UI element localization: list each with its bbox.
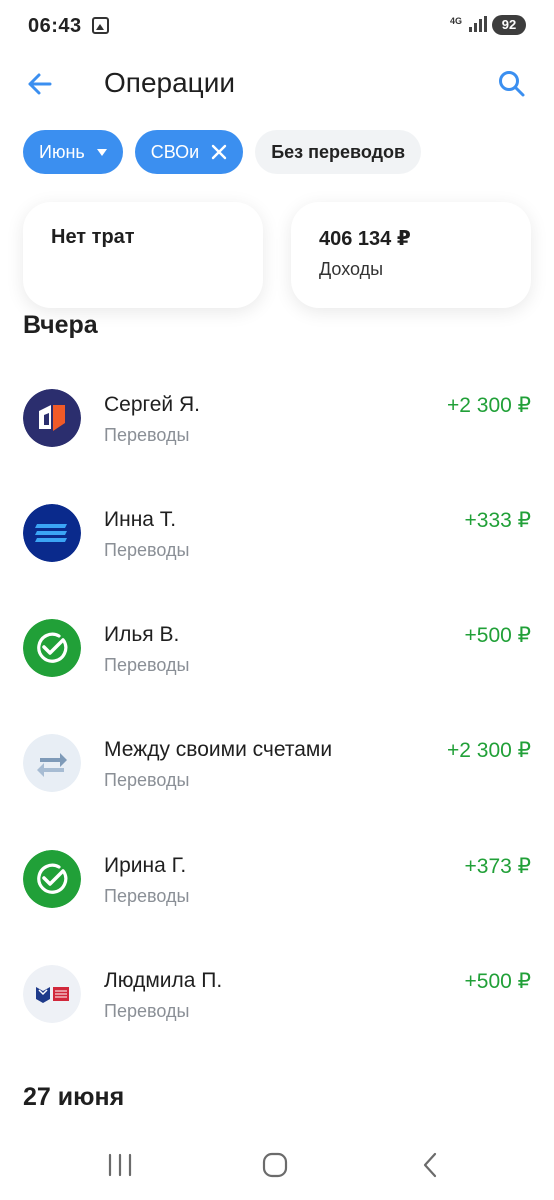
status-time: 06:43: [28, 15, 82, 37]
operation-item[interactable]: Людмила П. Переводы +500 ₽: [0, 965, 554, 1055]
no-transfers-label: Без переводов: [271, 141, 406, 162]
battery-level: 92: [492, 15, 526, 35]
operation-item[interactable]: Сергей Я. Переводы +2 300 ₽: [0, 389, 554, 479]
operation-amount: +2 300 ₽: [446, 739, 531, 762]
status-bar: 06:43 4G 92: [0, 0, 554, 54]
month-filter-chip[interactable]: Июнь: [23, 130, 123, 174]
home-icon[interactable]: [257, 1150, 293, 1180]
search-icon[interactable]: [494, 66, 530, 102]
filter-chips: Июнь СВОи Без переводов: [23, 130, 422, 174]
operation-item[interactable]: Ирина Г. Переводы +373 ₽: [0, 850, 554, 940]
operation-category: Переводы: [104, 1001, 190, 1021]
transfer-arrows-icon: [23, 734, 81, 792]
operation-category: Переводы: [104, 540, 190, 560]
network-type: 4G: [450, 16, 463, 26]
operation-item[interactable]: Илья В. Переводы +500 ₽: [0, 619, 554, 709]
operation-amount: +500 ₽: [464, 970, 532, 993]
operation-category: Переводы: [104, 886, 190, 906]
bank-logo-icon: [23, 389, 81, 447]
spend-card[interactable]: Нет трат: [23, 202, 263, 308]
sber-logo-icon: [23, 619, 81, 677]
section-title-june-27: 27 июня: [23, 1083, 125, 1111]
pochta-bank-logo-icon: [23, 965, 81, 1023]
operation-item[interactable]: Между своими счетами Переводы +2 300 ₽: [0, 734, 554, 824]
back-arrow-icon[interactable]: [22, 66, 58, 102]
caret-down-icon: [96, 148, 107, 156]
recent-apps-icon[interactable]: [102, 1150, 138, 1180]
operation-item[interactable]: Инна Т. Переводы +333 ₽: [0, 504, 554, 594]
income-total: 406 134 ₽: [319, 228, 411, 250]
operation-name: Инна Т.: [104, 508, 177, 531]
operation-name: Илья В.: [104, 623, 180, 646]
operation-category: Переводы: [104, 770, 190, 790]
operation-category: Переводы: [104, 655, 190, 675]
signal-icon: [469, 16, 487, 32]
operation-amount: +373 ₽: [464, 855, 532, 878]
category-filter-label: СВОи: [150, 141, 200, 162]
operation-name: Между своими счетами: [104, 738, 333, 761]
income-card[interactable]: 406 134 ₽ Доходы: [291, 202, 531, 308]
operation-category: Переводы: [104, 425, 190, 445]
operation-name: Ирина Г.: [104, 854, 187, 877]
operation-amount: +2 300 ₽: [446, 394, 531, 417]
operation-amount: +333 ₽: [464, 509, 532, 532]
gallery-icon: [92, 17, 109, 34]
no-transfers-chip[interactable]: Без переводов: [255, 130, 422, 174]
page-title: Операции: [104, 67, 235, 98]
income-label: Доходы: [319, 259, 384, 279]
operation-name: Сергей Я.: [104, 393, 200, 416]
operation-name: Людмила П.: [104, 969, 223, 992]
close-icon[interactable]: [211, 144, 227, 160]
system-nav-bar: [0, 1130, 554, 1200]
spend-card-title: Нет трат: [51, 226, 135, 248]
section-title-yesterday: Вчера: [23, 311, 98, 339]
summary-cards: Нет трат 406 134 ₽ Доходы: [23, 202, 531, 308]
bank-logo-icon: [23, 504, 81, 562]
month-filter-label: Июнь: [39, 141, 85, 162]
back-nav-icon[interactable]: [413, 1150, 449, 1180]
category-filter-chip[interactable]: СВОи: [134, 130, 244, 174]
operation-amount: +500 ₽: [464, 624, 532, 647]
sber-logo-icon: [23, 850, 81, 908]
